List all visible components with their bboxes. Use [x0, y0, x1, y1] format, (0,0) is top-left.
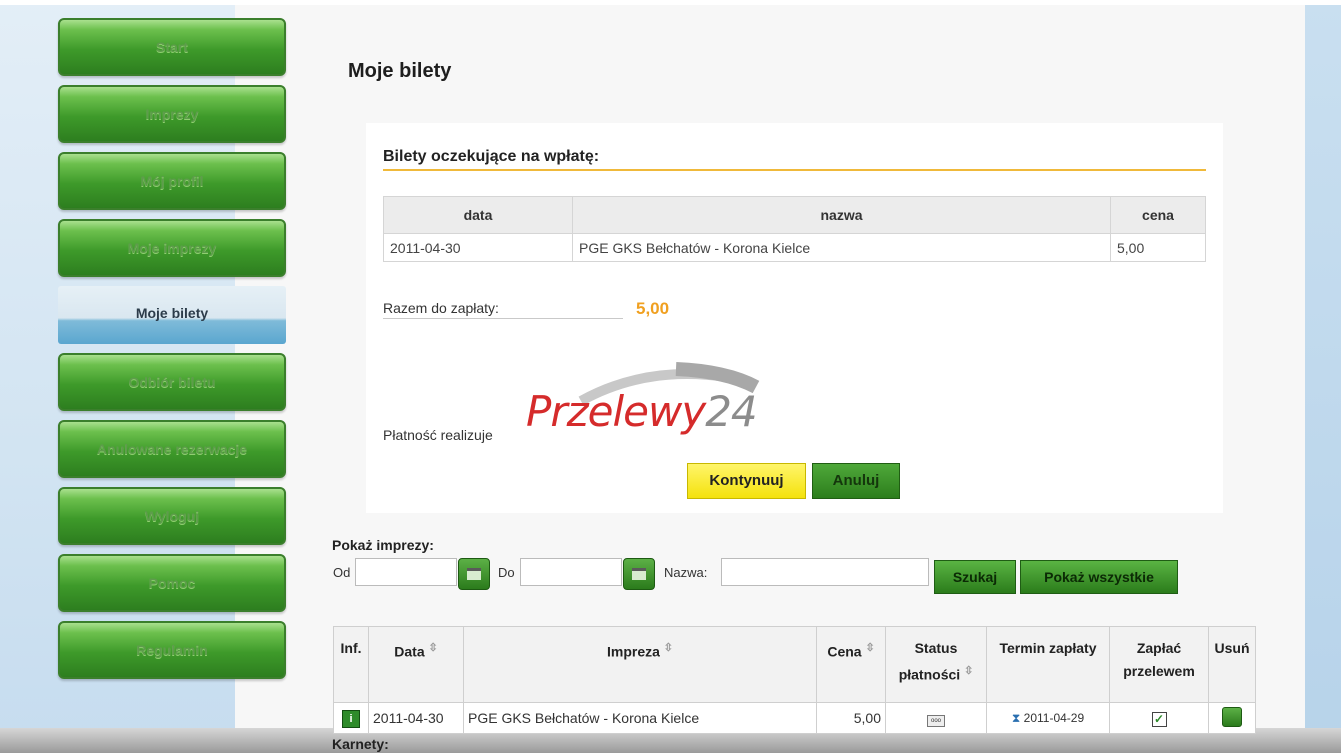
cell-price: 5,00 — [816, 702, 886, 734]
cancel-button[interactable]: Anuluj — [812, 463, 900, 499]
sidebar-item-start[interactable]: Start — [58, 18, 286, 76]
header-event-label: Impreza — [606, 643, 660, 660]
sort-icon[interactable]: ⇳ — [429, 642, 438, 654]
column-header-info: Inf. — [333, 626, 369, 703]
sidebar-item-moje-imprezy[interactable]: Moje imprezy — [58, 219, 286, 277]
header-pay-label-1: Zapłać — [1136, 640, 1182, 656]
column-header-event[interactable]: Impreza ⇳ — [463, 626, 817, 703]
column-header-delete: Usuń — [1208, 626, 1256, 703]
pending-heading: Bilety oczekujące na wpłatę: — [383, 148, 600, 165]
logo-name: Przelewy — [526, 387, 706, 436]
header-status-label-2: płatności — [898, 666, 961, 683]
header-delete-label: Usuń — [1214, 640, 1250, 656]
sidebar-nav: Start Imprezy Mój profil Moje imprezy Mo… — [58, 18, 286, 688]
search-button[interactable]: Szukaj — [934, 560, 1016, 594]
show-all-button[interactable]: Pokaż wszystkie — [1020, 560, 1178, 594]
heading-divider — [383, 169, 1206, 171]
header-pay-label-2: przelewem — [1123, 663, 1195, 679]
cell-pay: ✓ — [1109, 702, 1209, 734]
delete-icon[interactable] — [1222, 706, 1242, 727]
sidebar-item-odbior-biletu[interactable]: Odbiór biletu — [58, 353, 286, 411]
sort-icon[interactable]: ⇳ — [865, 642, 874, 654]
payment-provider-label: Płatność realizuje — [383, 427, 493, 443]
hourglass-icon: ⧗ — [1011, 710, 1021, 725]
logo-number: 24 — [705, 387, 757, 436]
to-label: Do — [498, 565, 515, 580]
page-title: Moje bilety — [348, 60, 452, 82]
header-date-label: Data — [394, 643, 425, 660]
sidebar-item-regulamin[interactable]: Regulamin — [58, 621, 286, 679]
column-header-date[interactable]: Data ⇳ — [368, 626, 464, 703]
column-header-price[interactable]: Cena ⇳ — [816, 626, 886, 703]
cell-event: PGE GKS Bełchatów - Korona Kielce — [463, 702, 817, 734]
przelewy24-logo: Przelewy24 — [526, 355, 776, 440]
sidebar-item-imprezy[interactable]: Imprezy — [58, 85, 286, 143]
cell-info: i — [333, 702, 369, 734]
cell-name: PGE GKS Bełchatów - Korona Kielce — [572, 233, 1111, 262]
table-row: 2011-04-30 PGE GKS Bełchatów - Korona Ki… — [383, 233, 1206, 262]
logo-text: Przelewy24 — [526, 387, 758, 436]
header-price-label: Cena — [827, 643, 862, 660]
cell-date: 2011-04-30 — [383, 233, 573, 262]
column-header-data: data — [383, 196, 573, 234]
sidebar-item-pomoc[interactable]: Pomoc — [58, 554, 286, 612]
events-table: Inf. Data ⇳ Impreza ⇳ Cena ⇳ Status płatn… — [333, 626, 1256, 734]
header-due-label: Termin zapłaty — [999, 640, 1097, 656]
cell-status: ooo — [885, 702, 987, 734]
total-label: Razem do zapłaty: — [383, 300, 623, 319]
header-status-label-1: Status — [914, 640, 958, 656]
column-header-status[interactable]: Status płatności ⇳ — [885, 626, 987, 703]
total-value: 5,00 — [636, 299, 670, 318]
from-calendar-icon[interactable] — [458, 558, 490, 590]
from-date-input[interactable] — [355, 558, 457, 586]
cell-date: 2011-04-30 — [368, 702, 464, 734]
column-header-nazwa: nazwa — [572, 196, 1111, 234]
column-header-pay: Zapłać przelewem — [1109, 626, 1209, 703]
top-strip — [0, 0, 1341, 5]
pending-table: data nazwa cena 2011-04-30 PGE GKS Bełch… — [383, 196, 1206, 262]
sidebar-item-anulowane-rezerwacje[interactable]: Anulowane rezerwacje — [58, 420, 286, 478]
pending-tickets-panel: Bilety oczekujące na wpłatę: data nazwa … — [366, 123, 1223, 513]
from-label: Od — [333, 565, 351, 580]
cell-price: 5,00 — [1110, 233, 1206, 262]
season-tickets-heading: Karnety: — [332, 736, 389, 752]
info-icon[interactable]: i — [342, 709, 360, 728]
sidebar-item-moj-profil[interactable]: Mój profil — [58, 152, 286, 210]
cell-delete — [1208, 702, 1256, 734]
column-header-cena: cena — [1110, 196, 1206, 234]
to-calendar-icon[interactable] — [623, 558, 655, 590]
right-background — [1305, 0, 1341, 753]
sort-icon[interactable]: ⇳ — [664, 642, 673, 654]
sidebar-item-wyloguj[interactable]: Wyloguj — [58, 487, 286, 545]
to-date-input[interactable] — [520, 558, 622, 586]
filter-title: Pokaż imprezy: — [332, 537, 434, 553]
name-label: Nazwa: — [664, 565, 708, 580]
column-header-due: Termin zapłaty — [986, 626, 1110, 703]
payment-status-icon: ooo — [927, 715, 945, 727]
pay-transfer-checkbox[interactable]: ✓ — [1151, 711, 1167, 727]
name-search-input[interactable] — [721, 558, 929, 586]
sort-icon[interactable]: ⇳ — [964, 665, 973, 677]
header-info-label: Inf. — [340, 640, 362, 656]
cell-due: ⧗ 2011-04-29 — [986, 702, 1110, 734]
sidebar-item-moje-bilety[interactable]: Moje bilety — [58, 286, 286, 344]
table-row: i 2011-04-30 PGE GKS Bełchatów - Korona … — [333, 702, 1256, 734]
continue-button[interactable]: Kontynuuj — [687, 463, 806, 499]
due-date: 2011-04-29 — [1023, 710, 1085, 725]
